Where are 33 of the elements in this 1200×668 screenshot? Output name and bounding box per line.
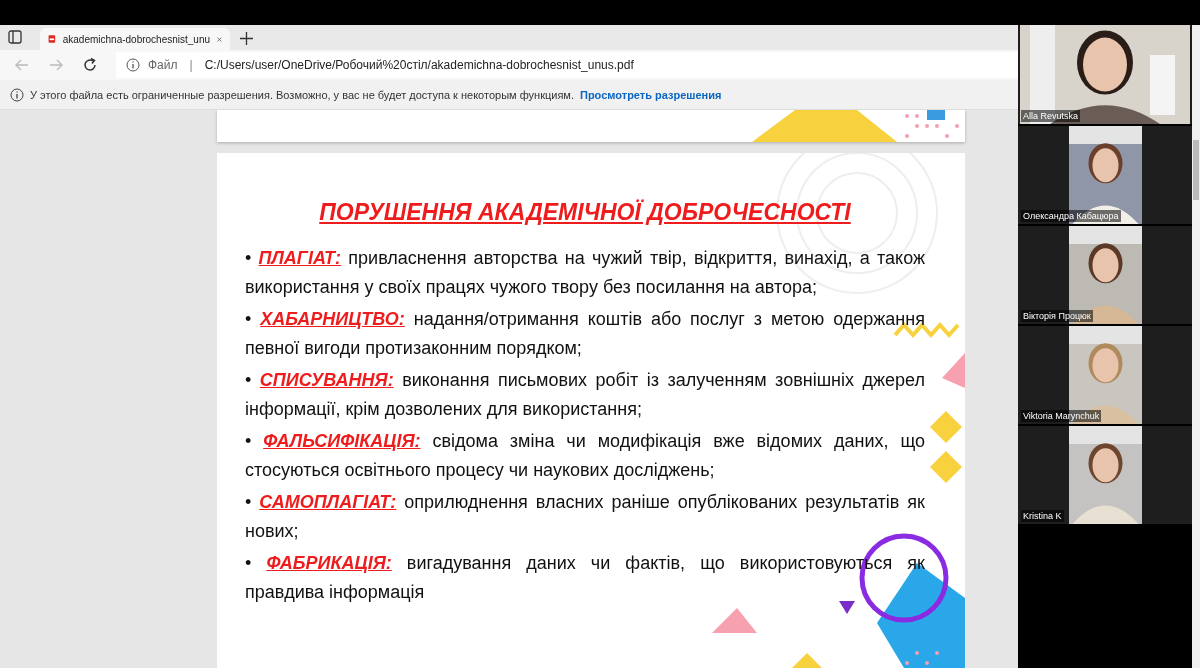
- scrollbar[interactable]: [1192, 25, 1200, 668]
- address-field[interactable]: Файл | C:/Users/user/OneDrive/Робочий%20стіл/akademichna-dobrochesnist_unus.pdf: [116, 52, 1018, 78]
- new-tab-icon[interactable]: [240, 32, 253, 45]
- bullet-item: • ФАЛЬСИФІКАЦІЯ: свідома зміна чи модифікація вже відомих даних, що стосуються освітнього процесу чи наукових досліджень;: [245, 430, 925, 482]
- separator: |: [189, 58, 193, 72]
- view-permissions-link[interactable]: Просмотреть разрешения: [580, 88, 722, 101]
- participant-name: Viktoria Marynchuk: [1021, 410, 1102, 422]
- square-shape: [927, 110, 945, 120]
- participant-name: Вікторія Процюк: [1021, 310, 1093, 322]
- diamond-shape: [930, 451, 962, 483]
- browser-tab[interactable]: akademichna-dobrochesnist_unu: [40, 28, 230, 50]
- info-icon: [10, 87, 24, 102]
- triangle-shape: [942, 353, 965, 388]
- bullet-item: • ПЛАГІАТ: привласнення авторства на чужий твір, відкриття, винахід, а також використання у своїх працях чужого твору без посилання на автора;: [245, 247, 925, 299]
- url-text: C:/Users/user/OneDrive/Робочий%20стіл/akademichna-dobrochesnist_unus.pdf: [204, 58, 634, 72]
- dot-pattern: [905, 114, 959, 138]
- participant-name: Alla Revutska: [1021, 110, 1081, 122]
- participant-name: Олександра Кабацюра: [1021, 210, 1121, 222]
- pdf-icon: [48, 32, 56, 46]
- info-icon[interactable]: [126, 58, 140, 72]
- refresh-icon[interactable]: [82, 57, 98, 73]
- bullet-item: • ХАБАРНИЦТВО: надання/отримання коштів або послуг з метою одержання певної вигоди протизаконним порядком;: [245, 308, 925, 360]
- scheme-label: Файл: [148, 58, 178, 72]
- bullet-item: • СПИСУВАННЯ: виконання письмових робіт із залученням зовнішніх джерел інформації, крім дозволених для використання;: [245, 369, 925, 421]
- participant-name: Kristina K: [1021, 510, 1064, 522]
- dot-pattern: [905, 651, 939, 665]
- bullet-item: • САМОПЛАГІАТ: оприлюднення власних раніше опублікованих результатів як нових;: [245, 491, 925, 543]
- permissions-message: У этого файла есть ограниченные разрешения. Возможно, у вас не будет доступа к некоторым функциям.: [30, 88, 574, 101]
- triangle-shape: [712, 608, 757, 633]
- tab-actions-icon[interactable]: [8, 30, 22, 44]
- triangle-shape: [839, 601, 855, 614]
- slide-title: ПОРУШЕННЯ АКАДЕМІЧНОЇ ДОБРОЧЕСНОСТІ: [318, 199, 852, 226]
- diamond-shape: [930, 411, 962, 443]
